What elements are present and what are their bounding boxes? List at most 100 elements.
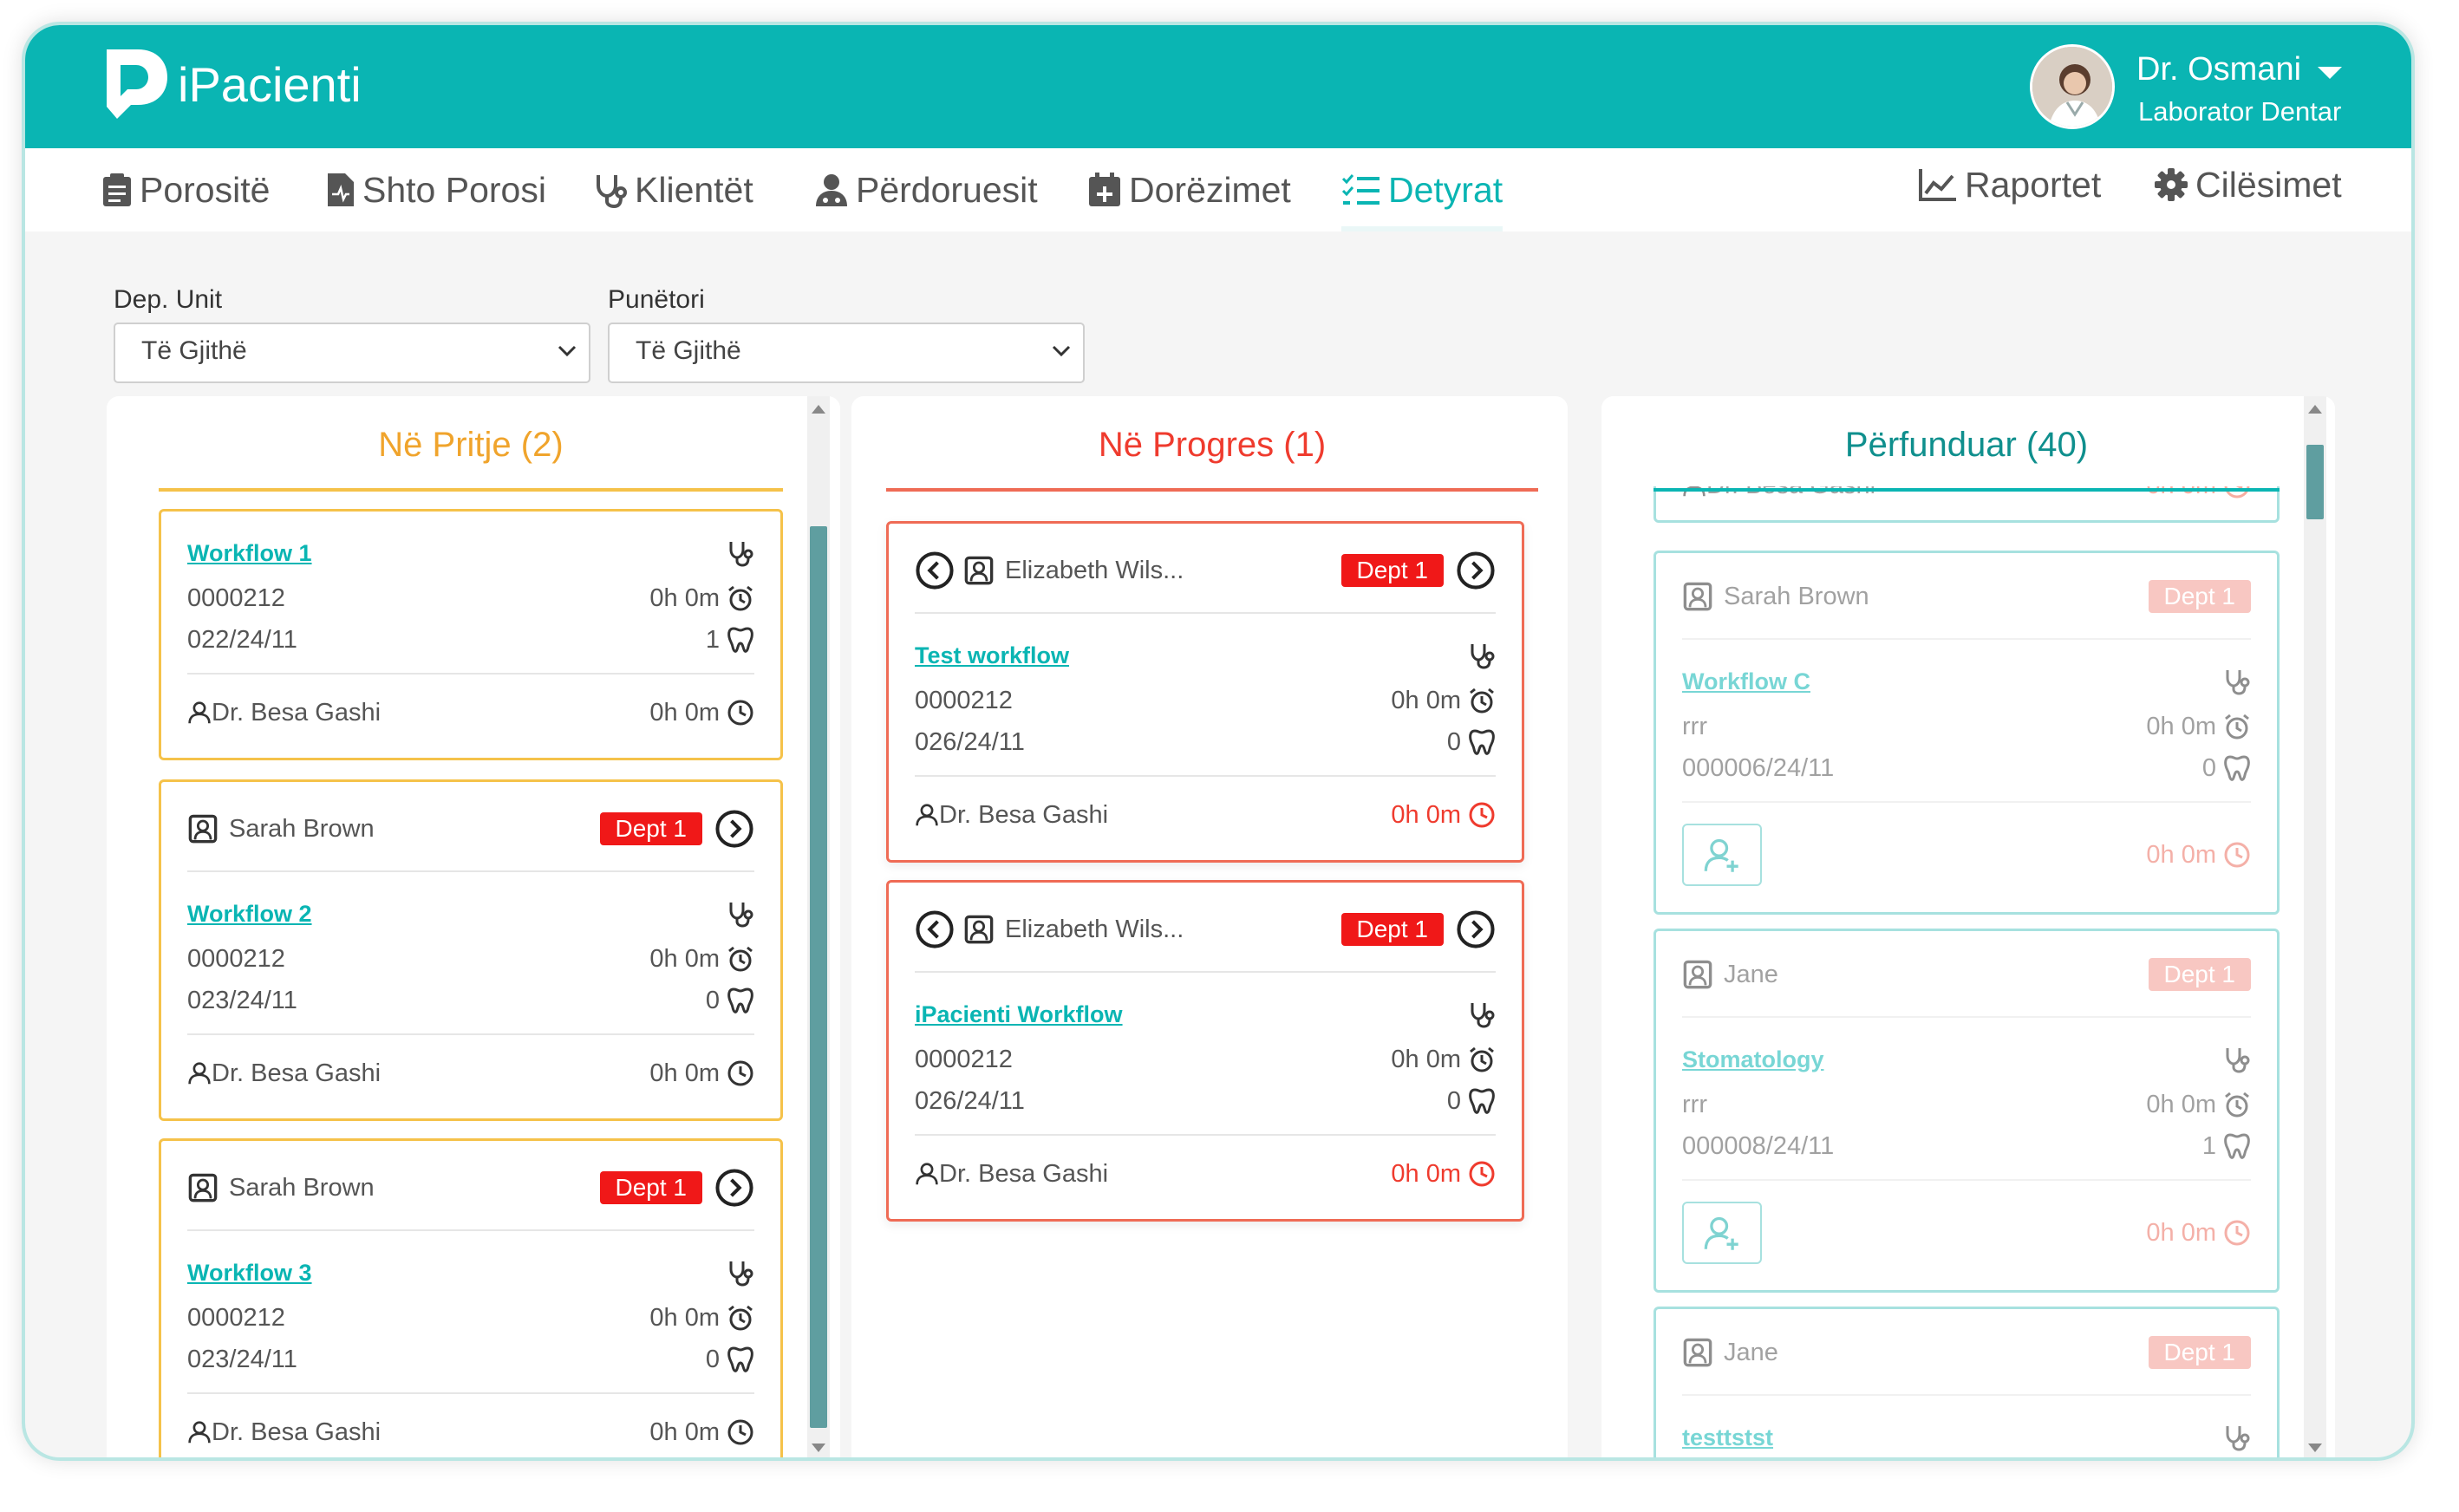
patient-badge-icon — [963, 555, 995, 586]
scrollbar[interactable] — [2304, 396, 2326, 1457]
elapsed-time: 0h 0m — [649, 698, 720, 727]
stethoscope-icon — [597, 175, 627, 208]
divider — [187, 673, 754, 675]
order-number: 023/24/11 — [187, 1345, 297, 1373]
workflow-link[interactable]: Workflow C — [1682, 668, 1810, 695]
patient-row: Jane Dept 1 — [1682, 1335, 2251, 1370]
add-user-icon — [1703, 1214, 1741, 1252]
dep-unit-select[interactable]: Të Gjithë — [114, 323, 590, 383]
nav-porosite[interactable]: Porositë — [101, 148, 270, 231]
nav-detyrat[interactable]: Detyrat — [1341, 148, 1503, 231]
scrollbar[interactable] — [807, 396, 830, 1457]
arrow-left-circle-icon[interactable] — [915, 909, 955, 949]
stethoscope-icon — [1468, 1000, 1496, 1028]
patient-row: Sarah Brown Dept 1 — [187, 1170, 754, 1205]
task-card[interactable]: Sarah Brown Dept 1 Workflow C rrr 0h 0m … — [1653, 551, 2280, 915]
user-avatar[interactable] — [2030, 44, 2115, 129]
doctor-row: Dr. Besa Gashi 0h 0m — [187, 1056, 754, 1091]
clock-icon — [727, 1059, 754, 1087]
column-title: Në Pritje (2) — [378, 426, 564, 464]
arrow-right-circle-icon[interactable] — [714, 809, 754, 849]
caret-down-icon[interactable] — [2318, 67, 2342, 79]
add-user-icon — [1703, 836, 1741, 874]
workflow-row: Test workflow — [915, 638, 1496, 673]
alarm-clock-icon — [1468, 687, 1496, 714]
tooth-icon — [727, 987, 754, 1014]
workflow-link[interactable]: iPacienti Workflow — [915, 1001, 1123, 1028]
patient-name: Sarah Brown — [229, 814, 375, 843]
scroll-down-icon[interactable] — [2308, 1444, 2322, 1452]
tooth-icon — [2223, 1132, 2251, 1160]
dept-badge: Dept 1 — [599, 812, 702, 845]
assign-user-button[interactable] — [1682, 1202, 1762, 1264]
doctor-name: Dr. Besa Gashi — [212, 698, 382, 727]
scroll-thumb[interactable] — [2306, 445, 2324, 519]
add-file-icon — [328, 173, 354, 206]
clock-icon — [727, 699, 754, 727]
stethoscope-icon — [2223, 1046, 2251, 1073]
patient-badge-icon — [187, 813, 219, 844]
doctor-row: Dr. Besa Gashi 0h 0m — [915, 1157, 1496, 1191]
scroll-up-icon[interactable] — [812, 405, 825, 414]
doctor-row: Dr. Besa Gashi 0h 0m — [187, 695, 754, 730]
alarm-clock-icon — [727, 584, 754, 612]
elapsed-time: 0h 0m — [1391, 800, 1461, 829]
nav-shto-porosi[interactable]: Shto Porosi — [324, 148, 546, 231]
task-card[interactable]: Jane Dept 1 Stomatology rrr 0h 0m 000008… — [1653, 929, 2280, 1293]
nav-klientet[interactable]: Klientët — [593, 148, 753, 231]
task-card[interactable]: Sarah Brown Dept 1 Workflow 2 0000212 0h… — [159, 779, 783, 1121]
nav-raportet[interactable]: Raportet — [1918, 143, 2101, 226]
tooth-count: 1 — [705, 625, 720, 654]
workflow-link[interactable]: Workflow 2 — [187, 901, 312, 928]
workflow-link[interactable]: Workflow 3 — [187, 1260, 312, 1287]
dept-badge: Dept 1 — [1340, 554, 1444, 587]
doctor-name: Dr. Besa Gashi — [939, 1159, 1109, 1188]
column-pending: Në Pritje (2) Workflow 1 0000212 0h 0m 0… — [107, 396, 840, 1457]
tooth-count: 0 — [2201, 753, 2216, 782]
task-card[interactable]: Elizabeth Wils... Dept 1 Test workflow 0… — [886, 521, 1524, 863]
task-list-icon — [1341, 174, 1380, 205]
order-code: 0000212 — [187, 1303, 285, 1332]
avatar-photo-icon — [2032, 47, 2112, 127]
nav-perdoruesit[interactable]: Përdoruesit — [814, 148, 1038, 231]
workflow-link[interactable]: Test workflow — [915, 642, 1069, 669]
main-nav: Porositë Shto Porosi Klientët Përdoruesi… — [25, 148, 2411, 231]
order-row: 000006/24/11 0 — [1682, 751, 2251, 785]
user-name[interactable]: Dr. Osmani — [2136, 51, 2301, 88]
workflow-link[interactable]: Stomatology — [1682, 1046, 1824, 1073]
dep-unit-label: Dep. Unit — [114, 285, 223, 314]
doctor-row: Dr. Besa Gashi 0h 0m — [187, 1415, 754, 1450]
workflow-row: Stomatology — [1682, 1042, 2251, 1077]
arrow-right-circle-icon[interactable] — [714, 1168, 754, 1208]
nav-dorezimet[interactable]: Dorëzimet — [1087, 148, 1291, 231]
patient-row: Jane Dept 1 — [1682, 957, 2251, 992]
code-row: rrr 0h 0m — [1682, 1087, 2251, 1122]
nav-label: Porositë — [140, 169, 271, 210]
nav-cilesimet[interactable]: Cilësimet — [2154, 143, 2342, 226]
assign-user-button[interactable] — [1682, 824, 1762, 886]
worker-select[interactable]: Të Gjithë — [608, 323, 1085, 383]
task-card[interactable]: Sarah Brown Dept 1 Workflow 3 0000212 0h… — [159, 1138, 783, 1457]
order-row: 023/24/11 0 — [187, 983, 754, 1018]
scroll-down-icon[interactable] — [812, 1444, 825, 1452]
arrow-right-circle-icon[interactable] — [1456, 909, 1496, 949]
task-card[interactable]: Workflow 1 0000212 0h 0m 022/24/11 1 Dr.… — [159, 509, 783, 760]
divider — [1682, 1016, 2251, 1018]
arrow-right-circle-icon[interactable] — [1456, 551, 1496, 590]
scroll-up-icon[interactable] — [2308, 405, 2322, 414]
task-card[interactable]: Jane Dept 1 testtstst — [1653, 1307, 2280, 1457]
divider — [915, 612, 1496, 614]
tooth-count: 0 — [1446, 1086, 1461, 1115]
alarm-clock-icon — [727, 945, 754, 973]
arrow-left-circle-icon[interactable] — [915, 551, 955, 590]
scroll-thumb[interactable] — [810, 526, 827, 1428]
stethoscope-icon — [1468, 642, 1496, 669]
dept-badge: Dept 1 — [1340, 913, 1444, 946]
elapsed-row: 0h 0m — [2146, 837, 2251, 872]
workflow-link[interactable]: testtstst — [1682, 1424, 1773, 1451]
task-time: 0h 0m — [2146, 712, 2216, 740]
patient-badge-icon — [187, 1172, 219, 1203]
elapsed-time: 0h 0m — [2146, 840, 2216, 869]
workflow-link[interactable]: Workflow 1 — [187, 540, 312, 567]
task-card[interactable]: Elizabeth Wils... Dept 1 iPacienti Workf… — [886, 880, 1524, 1222]
